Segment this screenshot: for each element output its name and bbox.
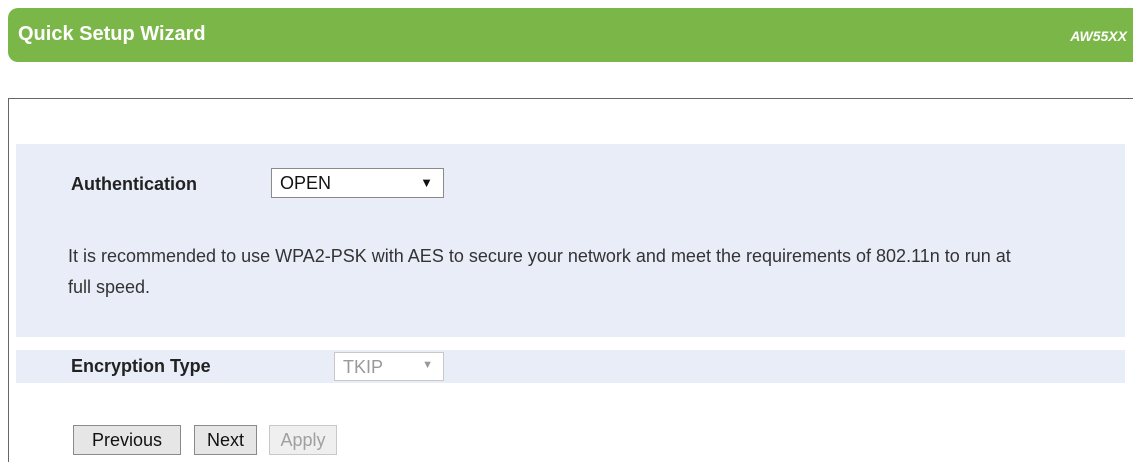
authentication-label: Authentication — [71, 174, 197, 194]
device-model: AW55XX — [1070, 28, 1127, 44]
security-recommendation-text: It is recommended to use WPA2-PSK with A… — [68, 246, 1011, 297]
page-title: Quick Setup Wizard — [18, 23, 206, 45]
encryption-type-label: Encryption Type — [71, 356, 211, 376]
wizard-header: Quick Setup Wizard AW55XX — [8, 8, 1133, 62]
dropdown-arrow-icon: ▼ — [422, 359, 433, 371]
encryption-type-select: TKIP ▼ — [334, 352, 444, 381]
encryption-section: Encryption Type TKIP ▼ — [16, 350, 1125, 383]
previous-button[interactable]: Previous — [73, 425, 181, 455]
dropdown-arrow-icon: ▼ — [420, 175, 433, 190]
apply-button: Apply — [269, 425, 337, 455]
next-button[interactable]: Next — [194, 425, 257, 455]
wizard-panel: Authentication OPEN ▼ It is recommended … — [8, 98, 1133, 462]
authentication-select[interactable]: OPEN ▼ — [271, 168, 444, 198]
encryption-selected-value: TKIP — [343, 357, 384, 377]
authentication-selected-value: OPEN — [280, 173, 332, 193]
authentication-section: Authentication OPEN ▼ It is recommended … — [16, 144, 1125, 337]
